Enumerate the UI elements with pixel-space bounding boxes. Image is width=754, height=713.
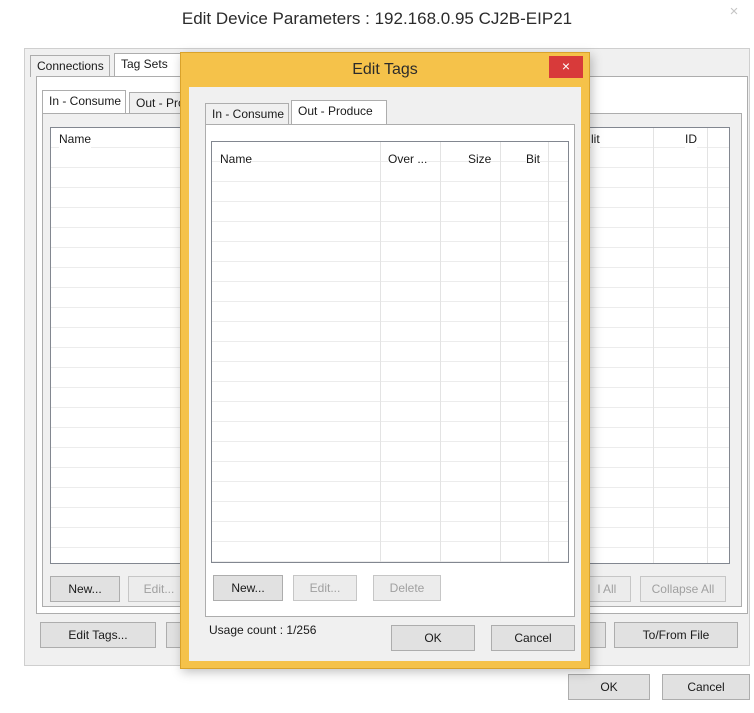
close-icon[interactable]: × xyxy=(549,56,583,78)
column-header-bit[interactable]: lit xyxy=(591,128,600,150)
edit-tags-body: In - Consume Out - Produce Name Over ...… xyxy=(189,87,581,661)
column-header-over[interactable]: Over ... xyxy=(388,148,428,170)
tab-out-produce[interactable]: Out - Produce xyxy=(291,100,387,124)
column-header-size[interactable]: Size xyxy=(468,148,492,170)
main-close-icon[interactable]: × xyxy=(720,2,748,24)
expand-all-button[interactable]: l All xyxy=(583,576,631,602)
new-tag-set-button[interactable]: New... xyxy=(50,576,120,602)
cancel-button[interactable]: Cancel xyxy=(491,625,575,651)
collapse-all-button[interactable]: Collapse All xyxy=(640,576,726,602)
column-header-name[interactable]: Name xyxy=(220,148,253,170)
cancel-button[interactable]: Cancel xyxy=(662,674,750,700)
column-divider xyxy=(707,128,708,563)
column-header-bit[interactable]: Bit xyxy=(526,148,541,170)
column-divider xyxy=(548,142,549,562)
edit-tags-dialog: Edit Tags × In - Consume Out - Produce N… xyxy=(180,52,590,669)
ok-button[interactable]: OK xyxy=(568,674,650,700)
subtab-in-consume[interactable]: In - Consume xyxy=(42,90,126,114)
edit-tags-title: Edit Tags xyxy=(352,61,418,78)
column-divider xyxy=(500,142,501,562)
edit-tag-button[interactable]: Edit... xyxy=(293,575,357,601)
tags-grid[interactable]: Name Over ... Size Bit xyxy=(211,141,569,563)
edit-tags-button[interactable]: Edit Tags... xyxy=(40,622,156,648)
column-divider xyxy=(440,142,441,562)
subtab-out-produce[interactable]: Out - Pro xyxy=(129,92,185,114)
column-divider xyxy=(653,128,654,563)
usage-count-value: 1/256 xyxy=(286,623,317,637)
tab-connections[interactable]: Connections xyxy=(30,55,110,77)
column-header-id[interactable]: ID xyxy=(685,128,697,150)
column-header-name[interactable]: Name xyxy=(59,128,92,150)
delete-tag-button[interactable]: Delete xyxy=(373,575,441,601)
usage-count: Usage count : 1/256 xyxy=(209,621,316,639)
column-divider xyxy=(380,142,381,562)
to-from-file-button[interactable]: To/From File xyxy=(614,622,738,648)
new-tag-button[interactable]: New... xyxy=(213,575,283,601)
ok-button[interactable]: OK xyxy=(391,625,475,651)
usage-count-label: Usage count : xyxy=(209,623,284,637)
tab-tag-sets[interactable]: Tag Sets xyxy=(114,53,184,77)
tab-in-consume[interactable]: In - Consume xyxy=(205,103,289,125)
main-window-title: Edit Device Parameters : 192.168.0.95 CJ… xyxy=(181,9,573,28)
